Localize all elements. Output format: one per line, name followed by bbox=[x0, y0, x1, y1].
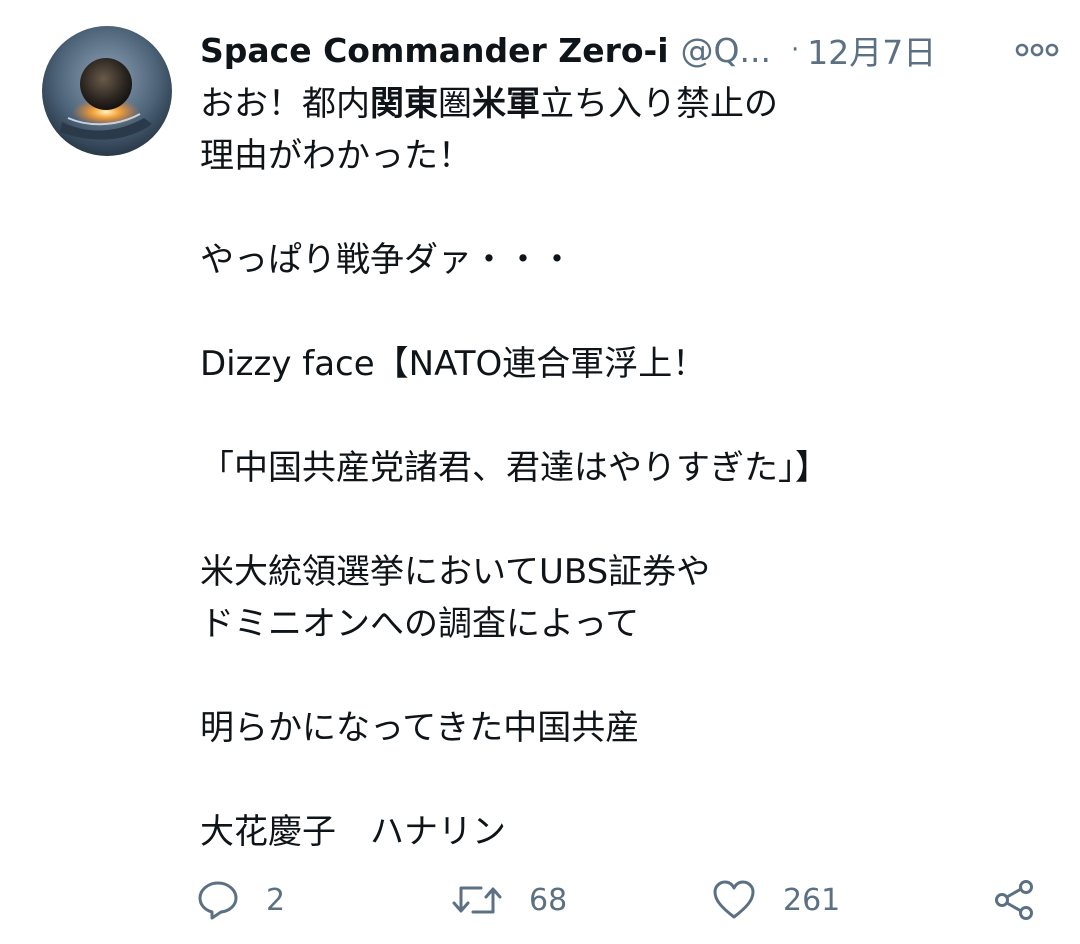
header-separator: · bbox=[791, 35, 800, 65]
retweet-button[interactable]: 68 bbox=[451, 872, 567, 928]
share-button[interactable] bbox=[992, 872, 1036, 928]
tweet-text-bold: 関東 bbox=[370, 84, 438, 124]
tweet-text: おお！都内関東圏米軍立ち入り禁止の 理由がわかった！ やっぱり戦争ダァ・・・ D… bbox=[200, 78, 1060, 858]
share-icon bbox=[992, 878, 1036, 922]
more-dots-icon[interactable] bbox=[1014, 34, 1060, 64]
tweet-text-segment: 圏 bbox=[438, 84, 472, 124]
reply-count: 2 bbox=[266, 882, 286, 918]
like-button[interactable]: 261 bbox=[711, 872, 840, 928]
tweet-actions: 2 68 261 bbox=[196, 872, 1046, 928]
like-count: 261 bbox=[783, 882, 841, 918]
avatar-image bbox=[42, 26, 172, 156]
reply-button[interactable]: 2 bbox=[196, 872, 285, 928]
tweet-date[interactable]: 12月7日 bbox=[807, 26, 936, 74]
tweet-text-bold: 米軍 bbox=[472, 84, 540, 124]
tweet-line-2: 理由がわかった！ bbox=[200, 136, 472, 176]
tweet-line-4: Dizzy face【NATO連合軍浮上！ bbox=[200, 344, 707, 384]
tweet-line-1: おお！都内関東圏米軍立ち入り禁止の bbox=[200, 78, 1060, 130]
heart-icon bbox=[711, 878, 757, 922]
tweet-line-7: ドミニオンへの調査によって bbox=[200, 604, 640, 644]
tweet-text-segment: おお！都内 bbox=[200, 84, 370, 124]
retweet-count: 68 bbox=[529, 882, 568, 918]
reply-icon bbox=[196, 878, 240, 922]
tweet-line-5: 「中国共産党諸君、君達はやりすぎた」】 bbox=[200, 448, 829, 488]
tweet-line-3: やっぱり戦争ダァ・・・ bbox=[200, 240, 574, 280]
author-name[interactable]: Space Commander Zero-i bbox=[200, 31, 669, 70]
tweet-line-8: 明らかになってきた中国共産 bbox=[200, 708, 640, 748]
tweet-text-segment: 立ち入り禁止の bbox=[540, 84, 778, 124]
tweet-line-6: 米大統領選挙においてUBS証券や bbox=[200, 552, 711, 592]
avatar[interactable] bbox=[42, 26, 172, 156]
tweet-line-9: 大花慶子 ハナリン bbox=[200, 812, 506, 852]
retweet-icon bbox=[451, 878, 503, 922]
author-handle[interactable]: @Q... bbox=[681, 31, 771, 70]
tweet-header: Space Commander Zero-i @Q... · 12月7日 bbox=[200, 28, 1060, 72]
